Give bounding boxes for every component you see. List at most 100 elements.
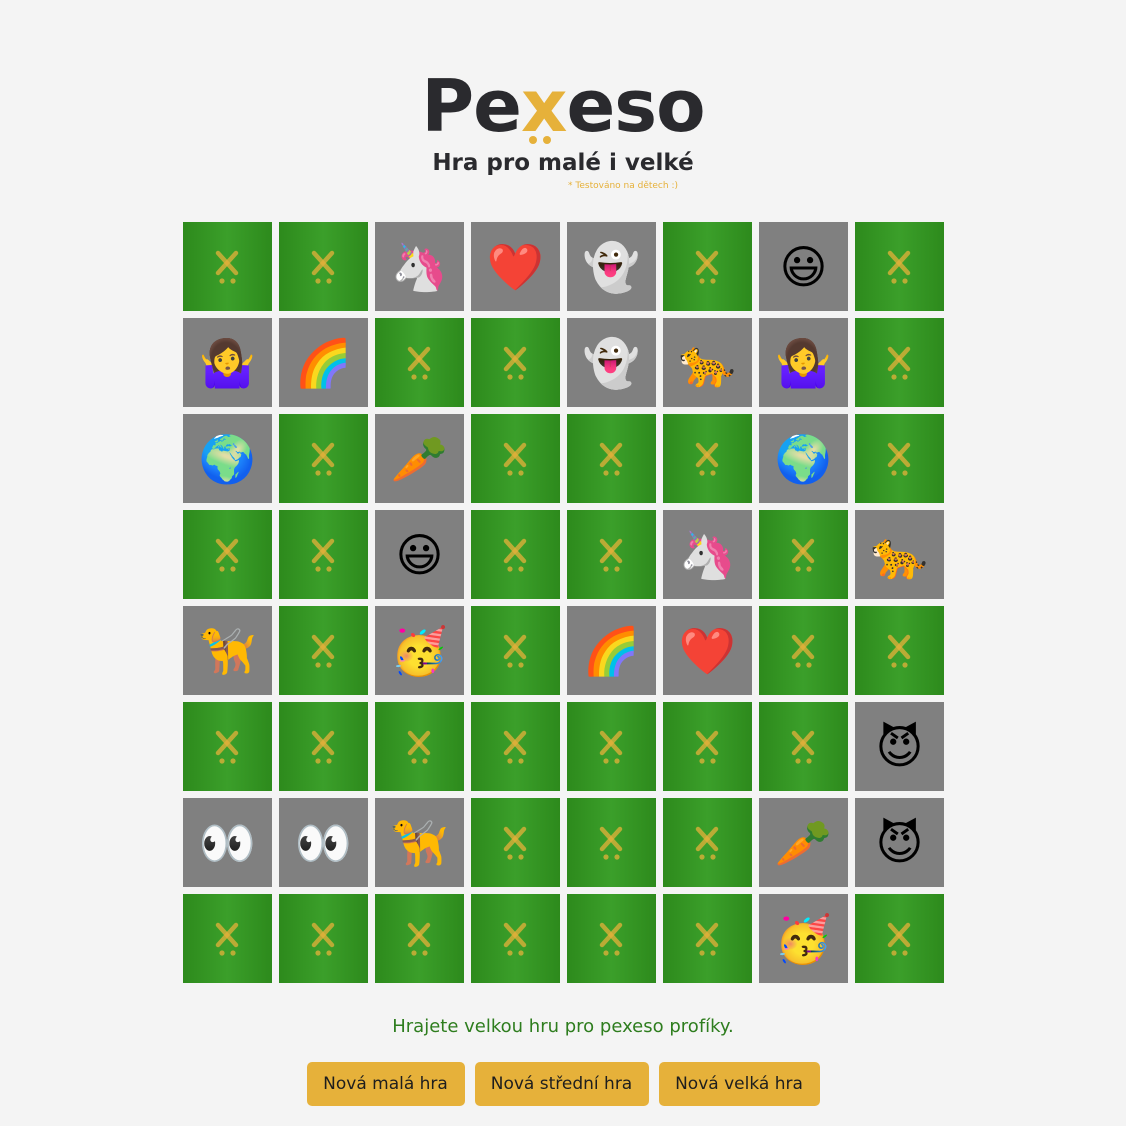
card-revealed[interactable]: 🌈: [279, 318, 368, 407]
new-medium-game-button[interactable]: Nová střední hra: [474, 1062, 649, 1106]
card-hidden[interactable]: [663, 798, 752, 887]
rainbow-icon: 🌈: [294, 335, 353, 390]
card-hidden[interactable]: [183, 510, 272, 599]
card-revealed[interactable]: 🌈: [567, 606, 656, 695]
card-hidden[interactable]: [183, 894, 272, 983]
card-hidden[interactable]: [567, 510, 656, 599]
smiling-devil-icon: 😈: [875, 719, 924, 774]
card-revealed[interactable]: 😈: [855, 798, 944, 887]
card-revealed[interactable]: 🌍: [759, 414, 848, 503]
card-hidden[interactable]: [471, 318, 560, 407]
card-revealed[interactable]: 🥳: [375, 606, 464, 695]
card-hidden[interactable]: [183, 222, 272, 311]
card-hidden[interactable]: [855, 318, 944, 407]
card-back-x-icon: [311, 538, 335, 572]
card-hidden[interactable]: [279, 606, 368, 695]
card-revealed[interactable]: 😃: [375, 510, 464, 599]
card-revealed[interactable]: 🦄: [663, 510, 752, 599]
logo-dots-icon: [527, 136, 553, 146]
card-revealed[interactable]: 🐆: [855, 510, 944, 599]
card-hidden[interactable]: [567, 798, 656, 887]
card-hidden[interactable]: [375, 318, 464, 407]
unicorn-icon: 🦄: [678, 527, 737, 582]
guide-dog-icon: 🦮: [198, 623, 257, 678]
logo-suffix: eso: [566, 64, 705, 148]
card-revealed[interactable]: 😈: [855, 702, 944, 791]
card-hidden[interactable]: [663, 894, 752, 983]
globe-icon: 🌍: [198, 431, 257, 486]
card-hidden[interactable]: [279, 222, 368, 311]
card-hidden[interactable]: [663, 414, 752, 503]
card-revealed[interactable]: 🦮: [183, 606, 272, 695]
card-revealed[interactable]: 🥳: [759, 894, 848, 983]
card-back-x-icon: [503, 442, 527, 476]
red-heart-icon: ❤️: [678, 623, 737, 678]
card-hidden[interactable]: [471, 414, 560, 503]
card-revealed[interactable]: 🐆: [663, 318, 752, 407]
card-back-x-icon: [215, 538, 239, 572]
card-revealed[interactable]: 🌍: [183, 414, 272, 503]
card-back-x-icon: [311, 922, 335, 956]
leopard-icon: 🐆: [870, 527, 929, 582]
card-hidden[interactable]: [279, 702, 368, 791]
card-hidden[interactable]: [567, 414, 656, 503]
card-hidden[interactable]: [855, 894, 944, 983]
new-small-game-button[interactable]: Nová malá hra: [306, 1062, 465, 1106]
game-page: Pexeso Hra pro malé i velké * Testováno …: [0, 0, 1126, 1126]
subtitle: Hra pro malé i velké: [432, 150, 694, 176]
card-back-x-icon: [695, 250, 719, 284]
card-back-x-icon: [695, 730, 719, 764]
card-hidden[interactable]: [279, 414, 368, 503]
game-board: 🦄 ❤️ 👻 😃 🤷‍♀️ 🌈 👻 🐆 🤷‍♀️ 🌍 🥕 🌍 😃 🦄 🐆 🦮 🥳 🌈 ❤️ 😈 👀 👀 🦮 🥕 😈 🥳: [183, 222, 944, 983]
card-revealed[interactable]: 👻: [567, 318, 656, 407]
card-hidden[interactable]: [471, 894, 560, 983]
card-hidden[interactable]: [759, 702, 848, 791]
unicorn-icon: 🦄: [390, 239, 449, 294]
card-revealed[interactable]: ❤️: [663, 606, 752, 695]
card-hidden[interactable]: [375, 702, 464, 791]
card-hidden[interactable]: [855, 414, 944, 503]
card-revealed[interactable]: ❤️: [471, 222, 560, 311]
card-back-x-icon: [791, 538, 815, 572]
card-back-x-icon: [695, 922, 719, 956]
card-revealed[interactable]: 😃: [759, 222, 848, 311]
card-revealed[interactable]: 🦮: [375, 798, 464, 887]
rainbow-icon: 🌈: [582, 623, 641, 678]
card-hidden[interactable]: [471, 510, 560, 599]
card-back-x-icon: [887, 922, 911, 956]
card-revealed[interactable]: 🥕: [759, 798, 848, 887]
card-hidden[interactable]: [471, 798, 560, 887]
card-back-x-icon: [215, 250, 239, 284]
card-back-x-icon: [503, 922, 527, 956]
card-hidden[interactable]: [855, 606, 944, 695]
new-game-buttons: Nová malá hra Nová střední hra Nová velk…: [0, 1062, 1126, 1106]
smiley-icon: 😃: [395, 527, 444, 582]
card-back-x-icon: [599, 826, 623, 860]
card-back-x-icon: [599, 730, 623, 764]
card-back-x-icon: [887, 250, 911, 284]
card-hidden[interactable]: [759, 606, 848, 695]
card-hidden[interactable]: [567, 894, 656, 983]
card-hidden[interactable]: [183, 702, 272, 791]
card-back-x-icon: [791, 634, 815, 668]
card-hidden[interactable]: [279, 894, 368, 983]
card-revealed[interactable]: 👻: [567, 222, 656, 311]
card-revealed[interactable]: 🦄: [375, 222, 464, 311]
card-hidden[interactable]: [471, 702, 560, 791]
new-large-game-button[interactable]: Nová velká hra: [658, 1062, 820, 1106]
card-hidden[interactable]: [471, 606, 560, 695]
card-back-x-icon: [791, 730, 815, 764]
card-hidden[interactable]: [855, 222, 944, 311]
card-hidden[interactable]: [759, 510, 848, 599]
card-hidden[interactable]: [375, 894, 464, 983]
card-revealed[interactable]: 🤷‍♀️: [759, 318, 848, 407]
card-revealed[interactable]: 👀: [279, 798, 368, 887]
card-hidden[interactable]: [663, 702, 752, 791]
card-hidden[interactable]: [663, 222, 752, 311]
eyes-icon: 👀: [294, 815, 353, 870]
card-hidden[interactable]: [567, 702, 656, 791]
card-revealed[interactable]: 🥕: [375, 414, 464, 503]
card-hidden[interactable]: [279, 510, 368, 599]
card-revealed[interactable]: 🤷‍♀️: [183, 318, 272, 407]
card-revealed[interactable]: 👀: [183, 798, 272, 887]
